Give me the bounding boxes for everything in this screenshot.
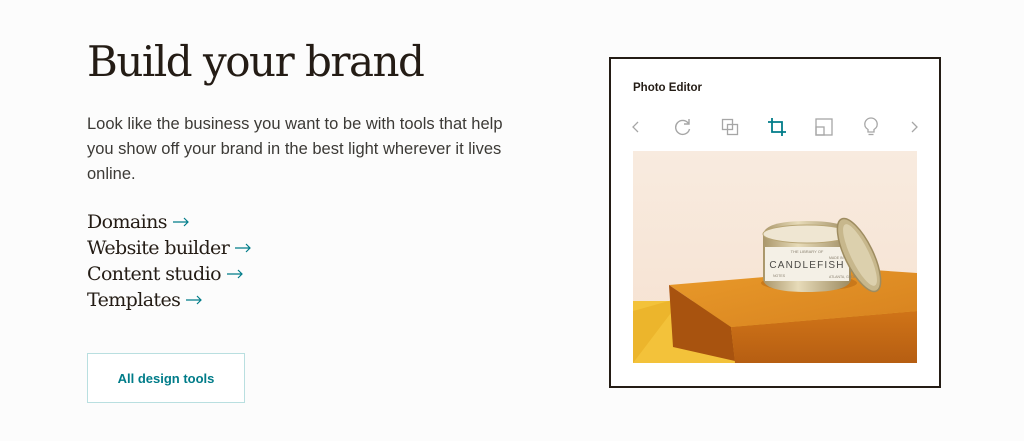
link-label: Domains	[87, 211, 167, 233]
arrow-right-icon	[172, 217, 190, 227]
button-label: All design tools	[117, 370, 215, 386]
chevron-left-icon[interactable]	[623, 114, 649, 140]
website-builder-link[interactable]: Website builder	[87, 235, 252, 261]
hero-description: Look like the business you want to be wi…	[87, 115, 503, 183]
tool-links-list: Domains Website builder Content studio T…	[87, 209, 252, 313]
crop-icon[interactable]	[764, 114, 790, 140]
arrow-right-icon	[235, 243, 252, 253]
all-design-tools-button[interactable]: All design tools	[87, 353, 245, 403]
list-item: Content studio	[87, 261, 252, 287]
arrow-right-icon	[226, 269, 244, 279]
label-left-text: NOTES	[773, 274, 786, 278]
layers-icon[interactable]	[717, 114, 743, 140]
label-right-text: MADE IN	[829, 256, 844, 260]
list-item: Templates	[87, 287, 252, 313]
link-label: Content studio	[87, 263, 222, 285]
content-studio-link[interactable]: Content studio	[87, 261, 244, 287]
photo-editor-title: Photo Editor	[633, 82, 702, 94]
list-item: Domains	[87, 209, 252, 235]
domains-link[interactable]: Domains	[87, 209, 190, 235]
lightbulb-icon[interactable]	[858, 114, 884, 140]
photo-editor-panel: Photo Editor THE LIBRARY OF CANDLEFISH N…	[609, 57, 941, 388]
link-label: Templates	[87, 289, 181, 311]
chevron-right-icon[interactable]	[901, 114, 927, 140]
rotate-icon[interactable]	[670, 114, 696, 140]
editor-toolbar	[611, 114, 939, 140]
resize-icon[interactable]	[811, 114, 837, 140]
link-label: Website builder	[87, 237, 230, 259]
templates-link[interactable]: Templates	[87, 287, 203, 313]
list-item: Website builder	[87, 235, 252, 261]
arrow-right-icon	[186, 295, 203, 305]
candle-brand-text: CANDLEFISH	[769, 260, 844, 271]
page-headline: Build your brand	[87, 37, 425, 86]
candle-photo: THE LIBRARY OF CANDLEFISH NOTES MADE IN …	[633, 151, 917, 363]
label-top-text: THE LIBRARY OF	[791, 249, 824, 254]
